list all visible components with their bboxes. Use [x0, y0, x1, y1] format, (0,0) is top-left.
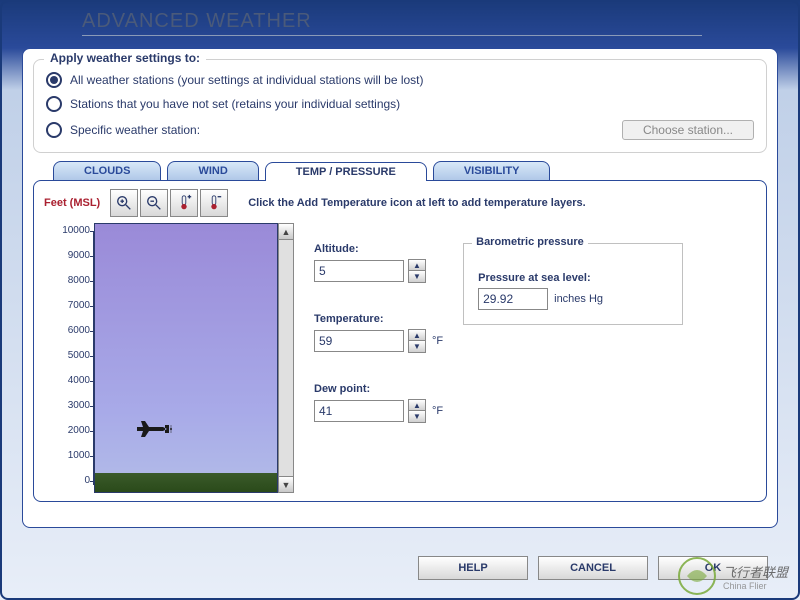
axis-tick: 0 — [48, 475, 90, 486]
spinner-down-icon[interactable]: ▼ — [409, 341, 425, 352]
pressure-group-label: Barometric pressure — [472, 236, 588, 248]
zoom-out-icon — [145, 194, 163, 212]
tab-temp-pressure[interactable]: TEMP / PRESSURE — [265, 162, 427, 181]
temperature-input[interactable] — [314, 330, 404, 352]
altitude-scrollbar[interactable]: ▲ ▼ — [278, 223, 294, 493]
tab-row: CLOUDS WIND TEMP / PRESSURE VISIBILITY — [33, 161, 767, 180]
apply-settings-group: Apply weather settings to: All weather s… — [33, 59, 767, 153]
temperature-label: Temperature: — [314, 313, 443, 325]
scroll-down-button[interactable]: ▼ — [279, 476, 293, 492]
instruction-text: Click the Add Temperature icon at left t… — [248, 197, 585, 209]
remove-temperature-button[interactable] — [200, 189, 228, 217]
spinner-up-icon[interactable]: ▲ — [409, 400, 425, 411]
pressure-unit: inches Hg — [554, 293, 603, 305]
axis-tick: 6000 — [48, 325, 90, 336]
dewpoint-label: Dew point: — [314, 383, 443, 395]
temperature-field-group: Temperature: ▲ ▼ °F — [314, 313, 443, 353]
pressure-label: Pressure at sea level: — [478, 272, 668, 284]
spinner-up-icon[interactable]: ▲ — [409, 260, 425, 271]
window-title: ADVANCED WEATHER — [82, 10, 702, 36]
axis-tick: 3000 — [48, 400, 90, 411]
altitude-label: Altitude: — [314, 243, 443, 255]
watermark-logo-icon — [677, 556, 717, 596]
tabs-area: CLOUDS WIND TEMP / PRESSURE VISIBILITY F… — [33, 161, 767, 502]
pressure-input[interactable] — [478, 288, 548, 310]
tab-visibility[interactable]: VISIBILITY — [433, 161, 551, 180]
radio-specific-station[interactable]: Specific weather station: Choose station… — [46, 116, 754, 144]
altitude-input[interactable] — [314, 260, 404, 282]
altitude-spinner[interactable]: ▲ ▼ — [408, 259, 426, 283]
thermometer-minus-icon — [205, 194, 223, 212]
axis-tick: 2000 — [48, 425, 90, 436]
title-bar: ADVANCED WEATHER — [2, 2, 798, 42]
radio-all-stations[interactable]: All weather stations (your settings at i… — [46, 68, 754, 92]
thermometer-plus-icon — [175, 194, 193, 212]
radio-label: All weather stations (your settings at i… — [70, 73, 424, 87]
add-temperature-button[interactable] — [170, 189, 198, 217]
sky-canvas[interactable] — [94, 223, 278, 493]
radio-icon — [46, 96, 62, 112]
dewpoint-input[interactable] — [314, 400, 404, 422]
tab-clouds[interactable]: CLOUDS — [53, 161, 161, 180]
dewpoint-unit: °F — [432, 405, 443, 417]
scroll-up-button[interactable]: ▲ — [279, 224, 293, 240]
radio-label: Specific weather station: — [70, 123, 200, 137]
spinner-down-icon[interactable]: ▼ — [409, 411, 425, 422]
tab-content: Feet (MSL) — [33, 180, 767, 502]
spinner-down-icon[interactable]: ▼ — [409, 271, 425, 282]
altitude-axis: 10000 9000 8000 7000 6000 5000 4000 3000… — [44, 223, 94, 493]
axis-label: Feet (MSL) — [44, 197, 100, 209]
help-button[interactable]: HELP — [418, 556, 528, 580]
radio-unset-stations[interactable]: Stations that you have not set (retains … — [46, 92, 754, 116]
watermark-text: 飞行者联盟 — [723, 562, 788, 581]
pressure-group: Barometric pressure Pressure at sea leve… — [463, 243, 683, 325]
zoom-in-icon — [115, 194, 133, 212]
watermark-subtext: China Flier — [723, 581, 788, 591]
axis-tick: 8000 — [48, 275, 90, 286]
axis-tick: 7000 — [48, 300, 90, 311]
spinner-up-icon[interactable]: ▲ — [409, 330, 425, 341]
radio-icon — [46, 122, 62, 138]
choose-station-button[interactable]: Choose station... — [622, 120, 754, 140]
radio-icon — [46, 72, 62, 88]
zoom-out-button[interactable] — [140, 189, 168, 217]
tab-wind[interactable]: WIND — [167, 161, 258, 180]
main-panel: Apply weather settings to: All weather s… — [22, 48, 778, 528]
watermark: 飞行者联盟 China Flier — [677, 556, 788, 596]
axis-tick: 1000 — [48, 450, 90, 461]
altitude-panel: 10000 9000 8000 7000 6000 5000 4000 3000… — [44, 223, 294, 493]
axis-tick: 5000 — [48, 350, 90, 361]
temperature-spinner[interactable]: ▲ ▼ — [408, 329, 426, 353]
apply-group-legend: Apply weather settings to: — [44, 51, 206, 65]
dewpoint-spinner[interactable]: ▲ ▼ — [408, 399, 426, 423]
radio-label: Stations that you have not set (retains … — [70, 97, 400, 111]
dewpoint-field-group: Dew point: ▲ ▼ °F — [314, 383, 443, 423]
zoom-in-button[interactable] — [110, 189, 138, 217]
altitude-field-group: Altitude: ▲ ▼ — [314, 243, 443, 283]
axis-tick: 10000 — [48, 225, 90, 236]
airplane-icon — [135, 419, 179, 444]
axis-tick: 9000 — [48, 250, 90, 261]
cancel-button[interactable]: CANCEL — [538, 556, 648, 580]
axis-tick: 4000 — [48, 375, 90, 386]
temperature-unit: °F — [432, 335, 443, 347]
